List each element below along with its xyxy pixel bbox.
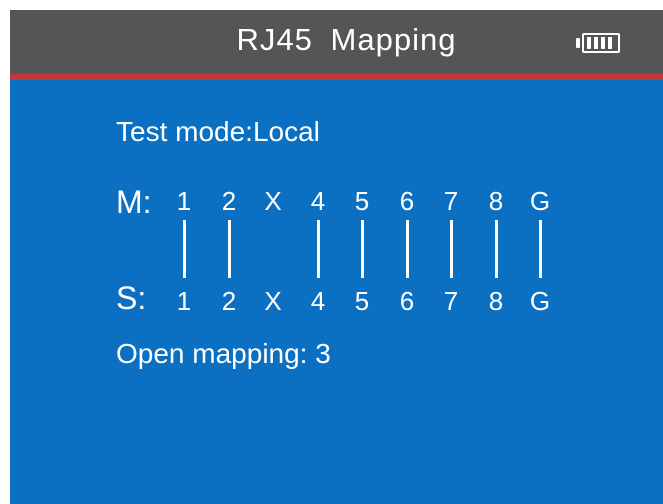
slave-pin-2: 2 (221, 286, 237, 316)
slave-pin-6: 6 (399, 286, 415, 316)
wire-line-7 (450, 220, 453, 278)
slave-pin-4: 4 (310, 286, 326, 316)
master-pin-5: 5 (354, 186, 370, 216)
wire-line-8 (495, 220, 498, 278)
header-bar: RJ45 Mapping (10, 10, 663, 80)
wire-line-g (539, 220, 542, 278)
master-row-label: M: (116, 184, 152, 220)
wire-line-4 (317, 220, 320, 278)
slave-pin-7: 7 (443, 286, 459, 316)
master-pin-2: 2 (221, 186, 237, 216)
wire-line-1 (183, 220, 186, 278)
wire-line-5 (361, 220, 364, 278)
wire-line-6 (406, 220, 409, 278)
slave-pin-8: 8 (488, 286, 504, 316)
slave-pin-1: 1 (176, 286, 192, 316)
slave-pin-5: 5 (354, 286, 370, 316)
battery-full-icon (576, 33, 620, 53)
slave-pin-x: X (264, 286, 282, 316)
master-pin-8: 8 (488, 186, 504, 216)
slave-row-label: S: (116, 280, 147, 316)
open-mapping-text: Open mapping: 3 (116, 338, 331, 369)
master-pin-6: 6 (399, 186, 415, 216)
master-pin-4: 4 (310, 186, 326, 216)
master-pin-1: 1 (176, 186, 192, 216)
slave-pin-g: G (529, 286, 551, 316)
test-mode-text: Test mode:Local (116, 116, 320, 147)
master-pin-7: 7 (443, 186, 459, 216)
page-title: RJ45 Mapping (236, 22, 457, 57)
tester-screen: RJ45 Mapping Test mode:Local M: S: 1122X… (10, 10, 663, 504)
wire-line-2 (228, 220, 231, 278)
master-pin-x: X (264, 186, 282, 216)
master-pin-g: G (529, 186, 551, 216)
